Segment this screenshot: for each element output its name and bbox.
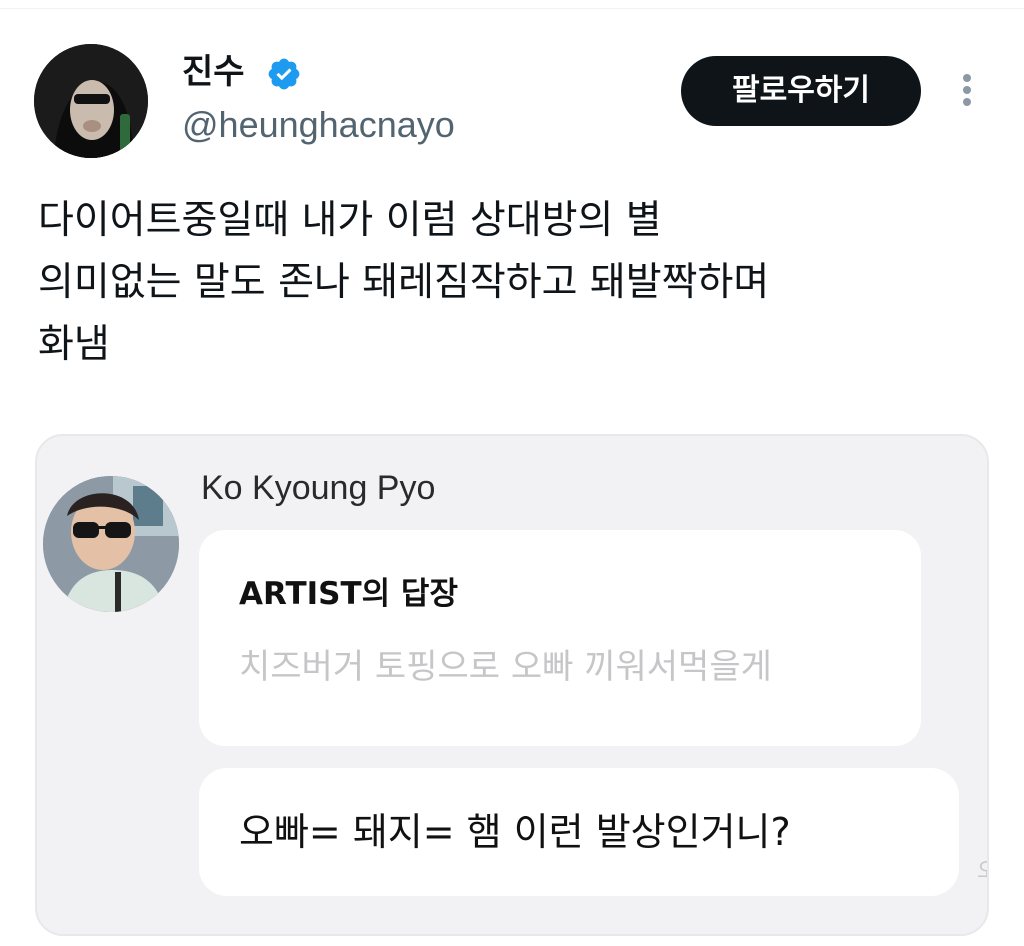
sender-avatar — [43, 476, 179, 612]
follow-button[interactable]: 팔로우하기 — [681, 56, 921, 126]
reply-title: ARTIST의 답장 — [239, 576, 458, 612]
cropped-edge-text: 오 — [977, 858, 987, 886]
top-divider — [0, 8, 1024, 9]
more-vertical-icon[interactable] — [952, 68, 982, 112]
message-bubble: 오빠= 돼지= 햄 이런 발상인거니? — [199, 768, 959, 896]
sender-name: Ko Kyoung Pyo — [201, 469, 436, 507]
author-handle[interactable]: @heunghacnayo — [182, 102, 455, 148]
tweet-media-image[interactable]: Ko Kyoung Pyo ARTIST의 답장 치즈버거 토핑으로 오빠 끼워… — [35, 434, 989, 936]
tweet-text: 다이어트중일때 내가 이럼 상대방의 별 의미없는 말도 존나 돼레짐작하고 돼… — [38, 198, 770, 367]
artist-reply-card: ARTIST의 답장 치즈버거 토핑으로 오빠 끼워서먹을게 — [199, 530, 921, 746]
reply-quoted-text: 치즈버거 토핑으로 오빠 끼워서먹을게 — [239, 647, 772, 687]
verified-badge-icon — [268, 58, 300, 90]
author-display-name[interactable]: 진수 — [182, 50, 245, 94]
message-text: 오빠= 돼지= 햄 이런 발상인거니? — [239, 810, 791, 854]
author-avatar[interactable] — [34, 44, 148, 158]
